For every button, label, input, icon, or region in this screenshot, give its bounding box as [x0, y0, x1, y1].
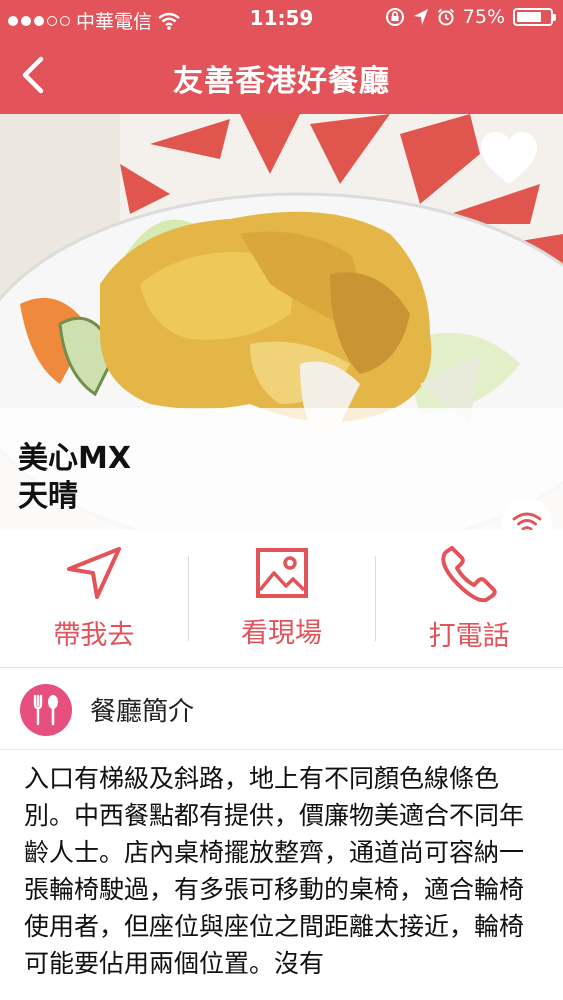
phone-icon	[441, 546, 497, 602]
page-title: 友善香港好餐廳	[173, 64, 390, 99]
battery-fill	[517, 12, 541, 22]
call-label: 打電話	[428, 621, 510, 652]
action-bar: 帶我去 看現場 打電話	[0, 530, 563, 668]
restaurant-photo: 美心MX 天晴	[0, 114, 563, 530]
wifi-icon	[512, 512, 542, 530]
favorite-heart-icon[interactable]	[478, 130, 540, 188]
status-indicators: 75%	[385, 6, 556, 28]
image-icon	[255, 548, 308, 598]
directions-label: 帶我去	[53, 620, 135, 651]
navigation-arrow-icon	[66, 547, 121, 599]
directions-button[interactable]: 帶我去	[0, 530, 188, 667]
alarm-clock-icon	[437, 8, 454, 26]
restaurant-name-line-2: 天晴	[18, 479, 78, 514]
view-scene-label: 看現場	[241, 618, 322, 649]
view-scene-button[interactable]: 看現場	[187, 530, 376, 667]
location-arrow-icon	[413, 9, 428, 25]
battery-percent: 75%	[462, 6, 505, 28]
rotation-lock-icon	[385, 8, 404, 26]
navigation-bar: 友善香港好餐廳	[0, 36, 563, 114]
intro-title: 餐廳簡介	[90, 697, 195, 727]
restaurant-name: 美心MX 天晴	[18, 440, 131, 516]
battery-icon	[513, 8, 556, 26]
call-button[interactable]: 打電話	[375, 530, 563, 667]
intro-section-header: 餐廳簡介	[0, 670, 563, 750]
restaurant-name-line-1: 美心MX	[18, 441, 131, 476]
intro-description: 入口有梯級及斜路，地上有不同顏色線條色別。中西餐點都有提供，價廉物美適合不同年齡…	[24, 764, 525, 978]
fork-spoon-icon	[20, 683, 72, 736]
status-bar: 中華電信 11:59 75%	[0, 0, 563, 36]
